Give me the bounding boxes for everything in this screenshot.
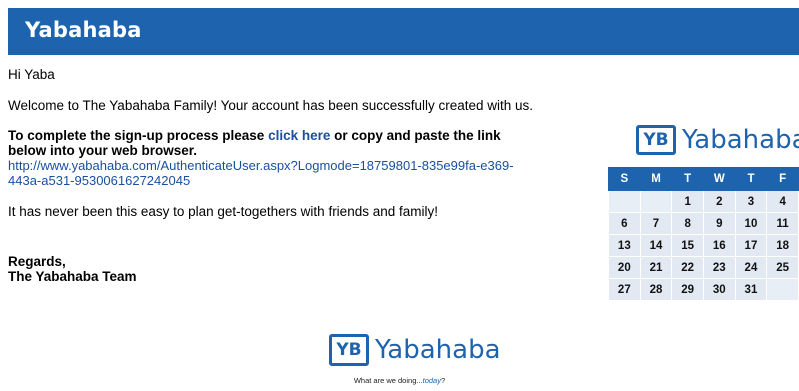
weekday-header: W	[702, 167, 736, 191]
promo-text: It has never been this easy to plan get-…	[8, 204, 438, 219]
tagline-emphasis: today	[422, 376, 441, 385]
calendar-week-row: 27 28 29 30 31	[608, 278, 799, 301]
calendar-header-row: S M T W T F	[608, 167, 799, 191]
calendar-day-cell[interactable]: 22	[671, 256, 704, 279]
calendar-day-cell	[766, 278, 799, 301]
calendar-logo: YB Yabahaba	[636, 125, 799, 155]
calendar-day-cell[interactable]: 3	[734, 190, 768, 213]
calendar-day-cell[interactable]: 11	[766, 212, 799, 235]
calendar-day-cell[interactable]: 23	[702, 256, 736, 279]
calendar-logo-word: Yabahaba	[682, 125, 799, 155]
calendar-day-cell[interactable]: 14	[639, 234, 673, 257]
calendar-day-cell[interactable]: 10	[734, 212, 768, 235]
yb-logo-icon: YB	[636, 125, 676, 155]
calendar-day-cell[interactable]: 15	[671, 234, 704, 257]
weekday-header: T	[671, 167, 704, 191]
calendar-day-cell[interactable]: 28	[639, 278, 673, 301]
calendar-day-cell[interactable]: 29	[671, 278, 704, 301]
calendar-week-row: 20 21 22 23 24 25	[608, 256, 799, 279]
calendar-day-cell[interactable]: 13	[608, 234, 641, 257]
calendar-day-cell[interactable]: 6	[608, 212, 641, 235]
calendar-day-cell[interactable]: 1	[671, 190, 704, 213]
weekday-header: F	[766, 167, 799, 191]
calendar-week-row: 13 14 15 16 17 18	[608, 234, 799, 257]
footer-logo: YB Yabahaba	[329, 334, 501, 366]
calendar-day-cell[interactable]: 21	[639, 256, 673, 279]
calendar-week-row: 1 2 3 4	[608, 190, 799, 213]
calendar-widget: S M T W T F 1 2 3 4 6 7 8 9 10 11 13 14 …	[608, 167, 799, 301]
tagline-prefix: What are we doing...	[353, 376, 423, 385]
authentication-url-line-1[interactable]: http://www.yabahaba.com/AuthenticateUser…	[8, 158, 514, 173]
weekday-header: S	[608, 167, 641, 191]
calendar-week-row: 6 7 8 9 10 11	[608, 212, 799, 235]
calendar-day-cell[interactable]: 4	[766, 190, 799, 213]
calendar-day-cell[interactable]: 8	[671, 212, 704, 235]
greeting: Hi Yaba	[8, 67, 55, 82]
signature-text: The Yabahaba Team	[8, 269, 137, 284]
calendar-day-cell[interactable]: 30	[702, 278, 736, 301]
email-header-bar: Yabahaba	[8, 8, 799, 55]
click-here-link[interactable]: click here	[268, 128, 330, 143]
calendar-day-cell	[639, 190, 673, 213]
weekday-header: T	[734, 167, 768, 191]
calendar-day-cell[interactable]: 16	[702, 234, 736, 257]
header-title: Yabahaba	[25, 18, 142, 42]
calendar-day-cell[interactable]: 25	[766, 256, 799, 279]
instruction-suffix: or copy and paste the link	[334, 128, 501, 143]
yb-logo-icon: YB	[329, 334, 369, 366]
calendar-day-cell[interactable]: 18	[766, 234, 799, 257]
calendar-day-cell[interactable]: 9	[702, 212, 736, 235]
instruction-line-2: below into your web browser.	[8, 143, 198, 158]
calendar-day-cell[interactable]: 17	[734, 234, 768, 257]
weekday-header: M	[639, 167, 673, 191]
calendar-day-cell[interactable]: 7	[639, 212, 673, 235]
calendar-day-cell[interactable]: 31	[734, 278, 768, 301]
instruction-prefix: To complete the sign-up process please	[8, 128, 265, 143]
tagline-suffix: ?	[440, 376, 446, 385]
footer-logo-word: Yabahaba	[375, 335, 501, 365]
calendar-day-cell[interactable]: 2	[702, 190, 736, 213]
calendar-day-cell[interactable]: 20	[608, 256, 641, 279]
authentication-url-line-2[interactable]: 443a-a531-9530061627242045	[8, 173, 190, 188]
regards-text: Regards,	[8, 254, 66, 269]
instruction-line-1: To complete the sign-up process please c…	[8, 128, 501, 143]
calendar-day-cell[interactable]: 24	[734, 256, 768, 279]
calendar-day-cell	[608, 190, 641, 213]
calendar-day-cell[interactable]: 27	[608, 278, 641, 301]
welcome-text: Welcome to The Yabahaba Family! Your acc…	[8, 98, 534, 113]
footer-tagline: What are we doing...today?	[0, 376, 799, 385]
